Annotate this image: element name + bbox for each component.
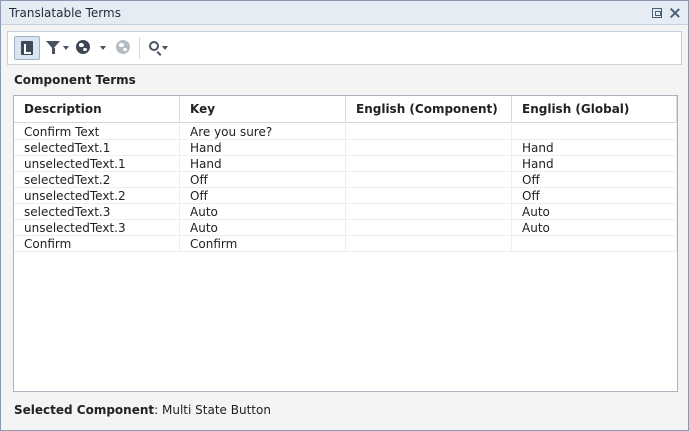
cell-english-global[interactable] <box>512 124 677 140</box>
selected-component-label: Selected Component <box>14 403 155 417</box>
cell-english-global[interactable]: Off <box>512 188 677 204</box>
globe-disabled-icon <box>116 40 130 54</box>
tree-view-button[interactable] <box>14 36 40 60</box>
table-row[interactable]: Confirm Confirm <box>14 236 677 252</box>
selected-component-value: Multi State Button <box>162 403 271 417</box>
cell-key[interactable]: Auto <box>180 220 346 236</box>
language-button[interactable] <box>76 36 108 60</box>
chevron-down-icon <box>63 46 69 50</box>
cell-description[interactable]: Confirm Text <box>14 124 180 140</box>
cell-english-component[interactable] <box>346 236 512 252</box>
language-disabled-button[interactable] <box>116 36 136 60</box>
cell-english-component[interactable] <box>346 140 512 156</box>
table-row[interactable]: unselectedText.3 Auto Auto <box>14 220 677 236</box>
cell-key[interactable]: Hand <box>180 140 346 156</box>
table-row[interactable]: unselectedText.1 Hand Hand <box>14 156 677 172</box>
cell-english-component[interactable] <box>346 124 512 140</box>
cell-english-component[interactable] <box>346 188 512 204</box>
cell-description[interactable]: selectedText.3 <box>14 204 180 220</box>
column-header-description[interactable]: Description <box>14 96 180 123</box>
search-box[interactable] <box>146 35 676 61</box>
cell-description[interactable]: unselectedText.1 <box>14 156 180 172</box>
cell-english-global[interactable]: Hand <box>512 156 677 172</box>
table-header: Description Key English (Component) Engl… <box>14 96 677 123</box>
column-header-english-component[interactable]: English (Component) <box>346 96 512 123</box>
translatable-terms-window: Translatable Terms Component Terms Descr… <box>0 0 689 431</box>
window-title: Translatable Terms <box>9 6 121 20</box>
cell-english-global[interactable]: Off <box>512 172 677 188</box>
cell-key[interactable]: Are you sure? <box>180 124 346 140</box>
search-icon[interactable] <box>149 41 159 51</box>
terms-table[interactable]: Description Key English (Component) Engl… <box>13 95 678 392</box>
cell-key[interactable]: Confirm <box>180 236 346 252</box>
cell-description[interactable]: unselectedText.2 <box>14 188 180 204</box>
restore-icon[interactable] <box>652 8 662 18</box>
table-row[interactable]: selectedText.2 Off Off <box>14 172 677 188</box>
table-row[interactable]: selectedText.3 Auto Auto <box>14 204 677 220</box>
globe-icon <box>76 40 90 54</box>
filter-button[interactable] <box>46 36 72 60</box>
close-icon[interactable] <box>670 8 680 18</box>
cell-english-component[interactable] <box>346 220 512 236</box>
cell-key[interactable]: Off <box>180 172 346 188</box>
chevron-down-icon[interactable] <box>162 46 168 50</box>
chevron-down-icon <box>100 46 106 50</box>
title-bar: Translatable Terms <box>1 1 688 25</box>
cell-english-global[interactable]: Hand <box>512 140 677 156</box>
cell-key[interactable]: Auto <box>180 204 346 220</box>
cell-english-global[interactable]: Auto <box>512 220 677 236</box>
search-input[interactable] <box>172 37 672 57</box>
table-row[interactable]: Confirm Text Are you sure? <box>14 124 677 140</box>
tree-view-icon <box>21 41 33 55</box>
cell-english-component[interactable] <box>346 204 512 220</box>
table-row[interactable]: selectedText.1 Hand Hand <box>14 140 677 156</box>
table-row[interactable]: unselectedText.2 Off Off <box>14 188 677 204</box>
toolbar <box>7 31 682 65</box>
cell-description[interactable]: unselectedText.3 <box>14 220 180 236</box>
cell-key[interactable]: Hand <box>180 156 346 172</box>
column-header-key[interactable]: Key <box>180 96 346 123</box>
cell-description[interactable]: Confirm <box>14 236 180 252</box>
cell-english-component[interactable] <box>346 156 512 172</box>
column-header-english-global[interactable]: English (Global) <box>512 96 677 123</box>
cell-english-component[interactable] <box>346 172 512 188</box>
cell-key[interactable]: Off <box>180 188 346 204</box>
cell-english-global[interactable] <box>512 236 677 252</box>
toolbar-divider <box>139 37 140 59</box>
section-title: Component Terms <box>14 73 136 87</box>
cell-description[interactable]: selectedText.2 <box>14 172 180 188</box>
selected-component-status: Selected Component: Multi State Button <box>14 403 271 417</box>
cell-english-global[interactable]: Auto <box>512 204 677 220</box>
cell-description[interactable]: selectedText.1 <box>14 140 180 156</box>
